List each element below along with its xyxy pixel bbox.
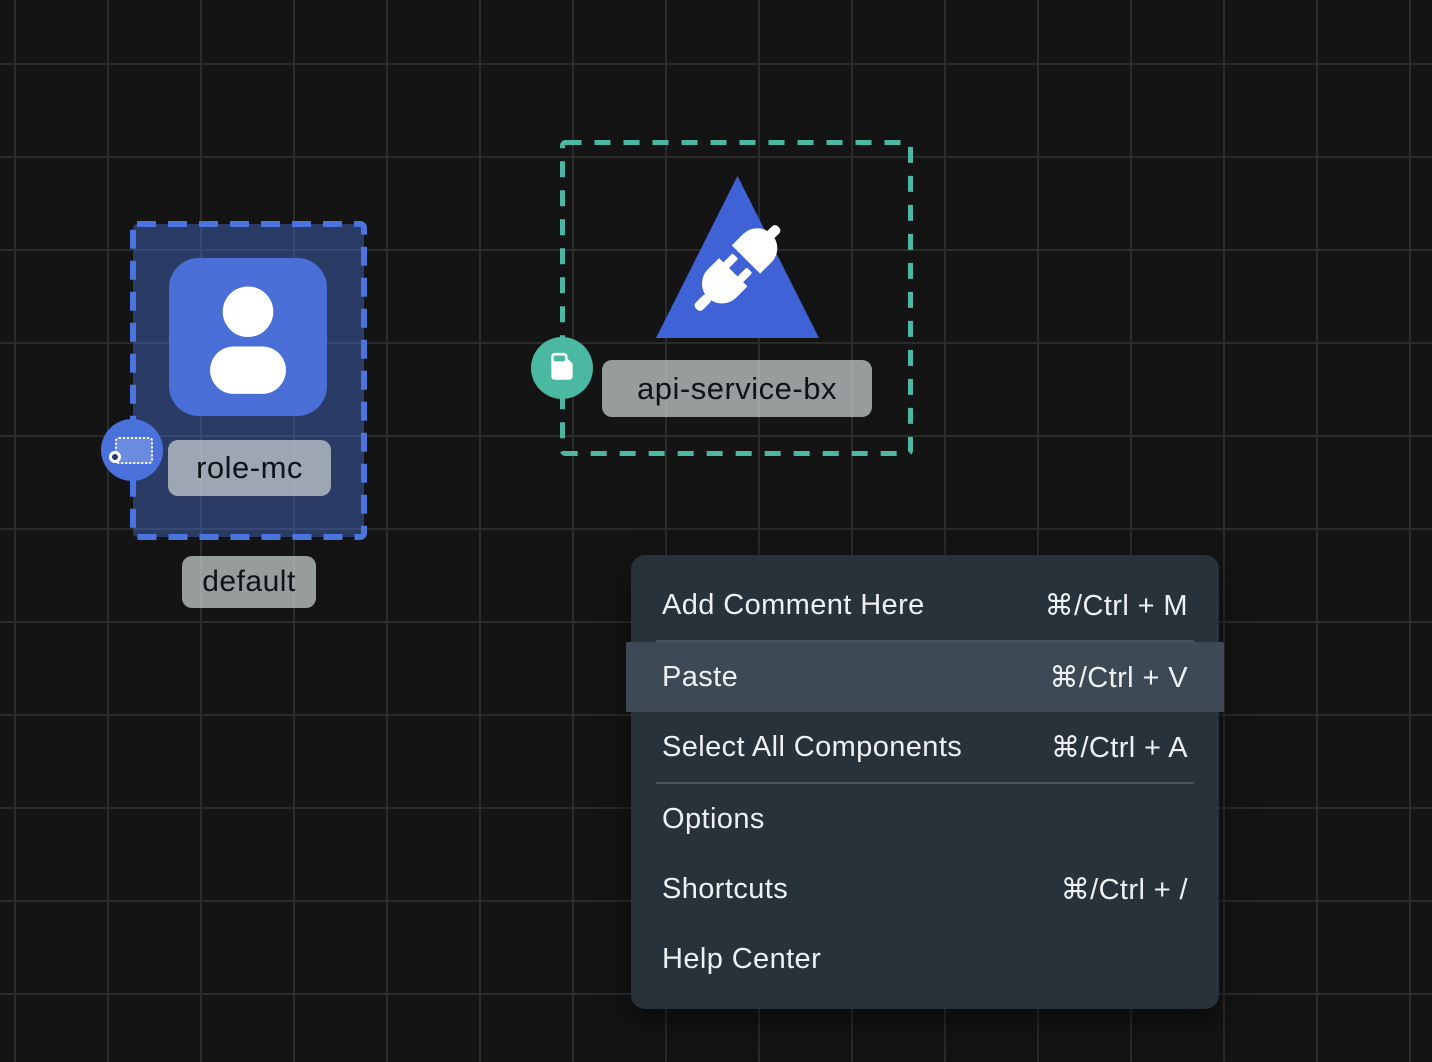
selection-tool-badge[interactable] <box>101 419 163 481</box>
menu-item-shortcut: ⌘/Ctrl + A <box>1051 730 1188 765</box>
menu-item-shortcuts[interactable]: Shortcuts ⌘/Ctrl + / <box>631 854 1219 924</box>
menu-item-shortcut: ⌘/Ctrl + V <box>1049 660 1188 695</box>
menu-item-select-all-components[interactable]: Select All Components ⌘/Ctrl + A <box>631 712 1219 782</box>
menu-item-paste[interactable]: Paste ⌘/Ctrl + V <box>626 642 1224 712</box>
user-icon <box>169 258 327 416</box>
save-icon <box>545 351 579 385</box>
menu-item-label: Add Comment Here <box>662 589 925 622</box>
menu-item-label: Shortcuts <box>662 873 788 906</box>
menu-item-label: Help Center <box>662 943 821 976</box>
menu-item-label: Options <box>662 803 765 836</box>
menu-item-label: Paste <box>662 661 738 694</box>
node-label-role-mc[interactable]: role-mc <box>168 440 331 496</box>
save-badge[interactable] <box>531 337 593 399</box>
node-api-service-bx[interactable] <box>650 168 825 344</box>
menu-item-label: Select All Components <box>662 731 962 764</box>
marquee-selection-icon <box>115 437 153 464</box>
node-sublabel-default[interactable]: default <box>182 556 316 608</box>
menu-item-shortcut: ⌘/Ctrl + / <box>1061 872 1188 907</box>
node-role-mc[interactable] <box>169 258 327 416</box>
diagram-canvas[interactable]: role-mc default api-service-bx <box>0 0 1432 1062</box>
node-label-api-service-bx[interactable]: api-service-bx <box>602 360 872 417</box>
marquee-anchor-dot <box>109 451 121 463</box>
context-menu: Add Comment Here ⌘/Ctrl + M Paste ⌘/Ctrl… <box>631 555 1219 1009</box>
menu-item-help-center[interactable]: Help Center <box>631 924 1219 994</box>
menu-item-shortcut: ⌘/Ctrl + M <box>1045 588 1188 623</box>
menu-item-options[interactable]: Options <box>631 784 1219 854</box>
menu-item-add-comment[interactable]: Add Comment Here ⌘/Ctrl + M <box>631 570 1219 640</box>
